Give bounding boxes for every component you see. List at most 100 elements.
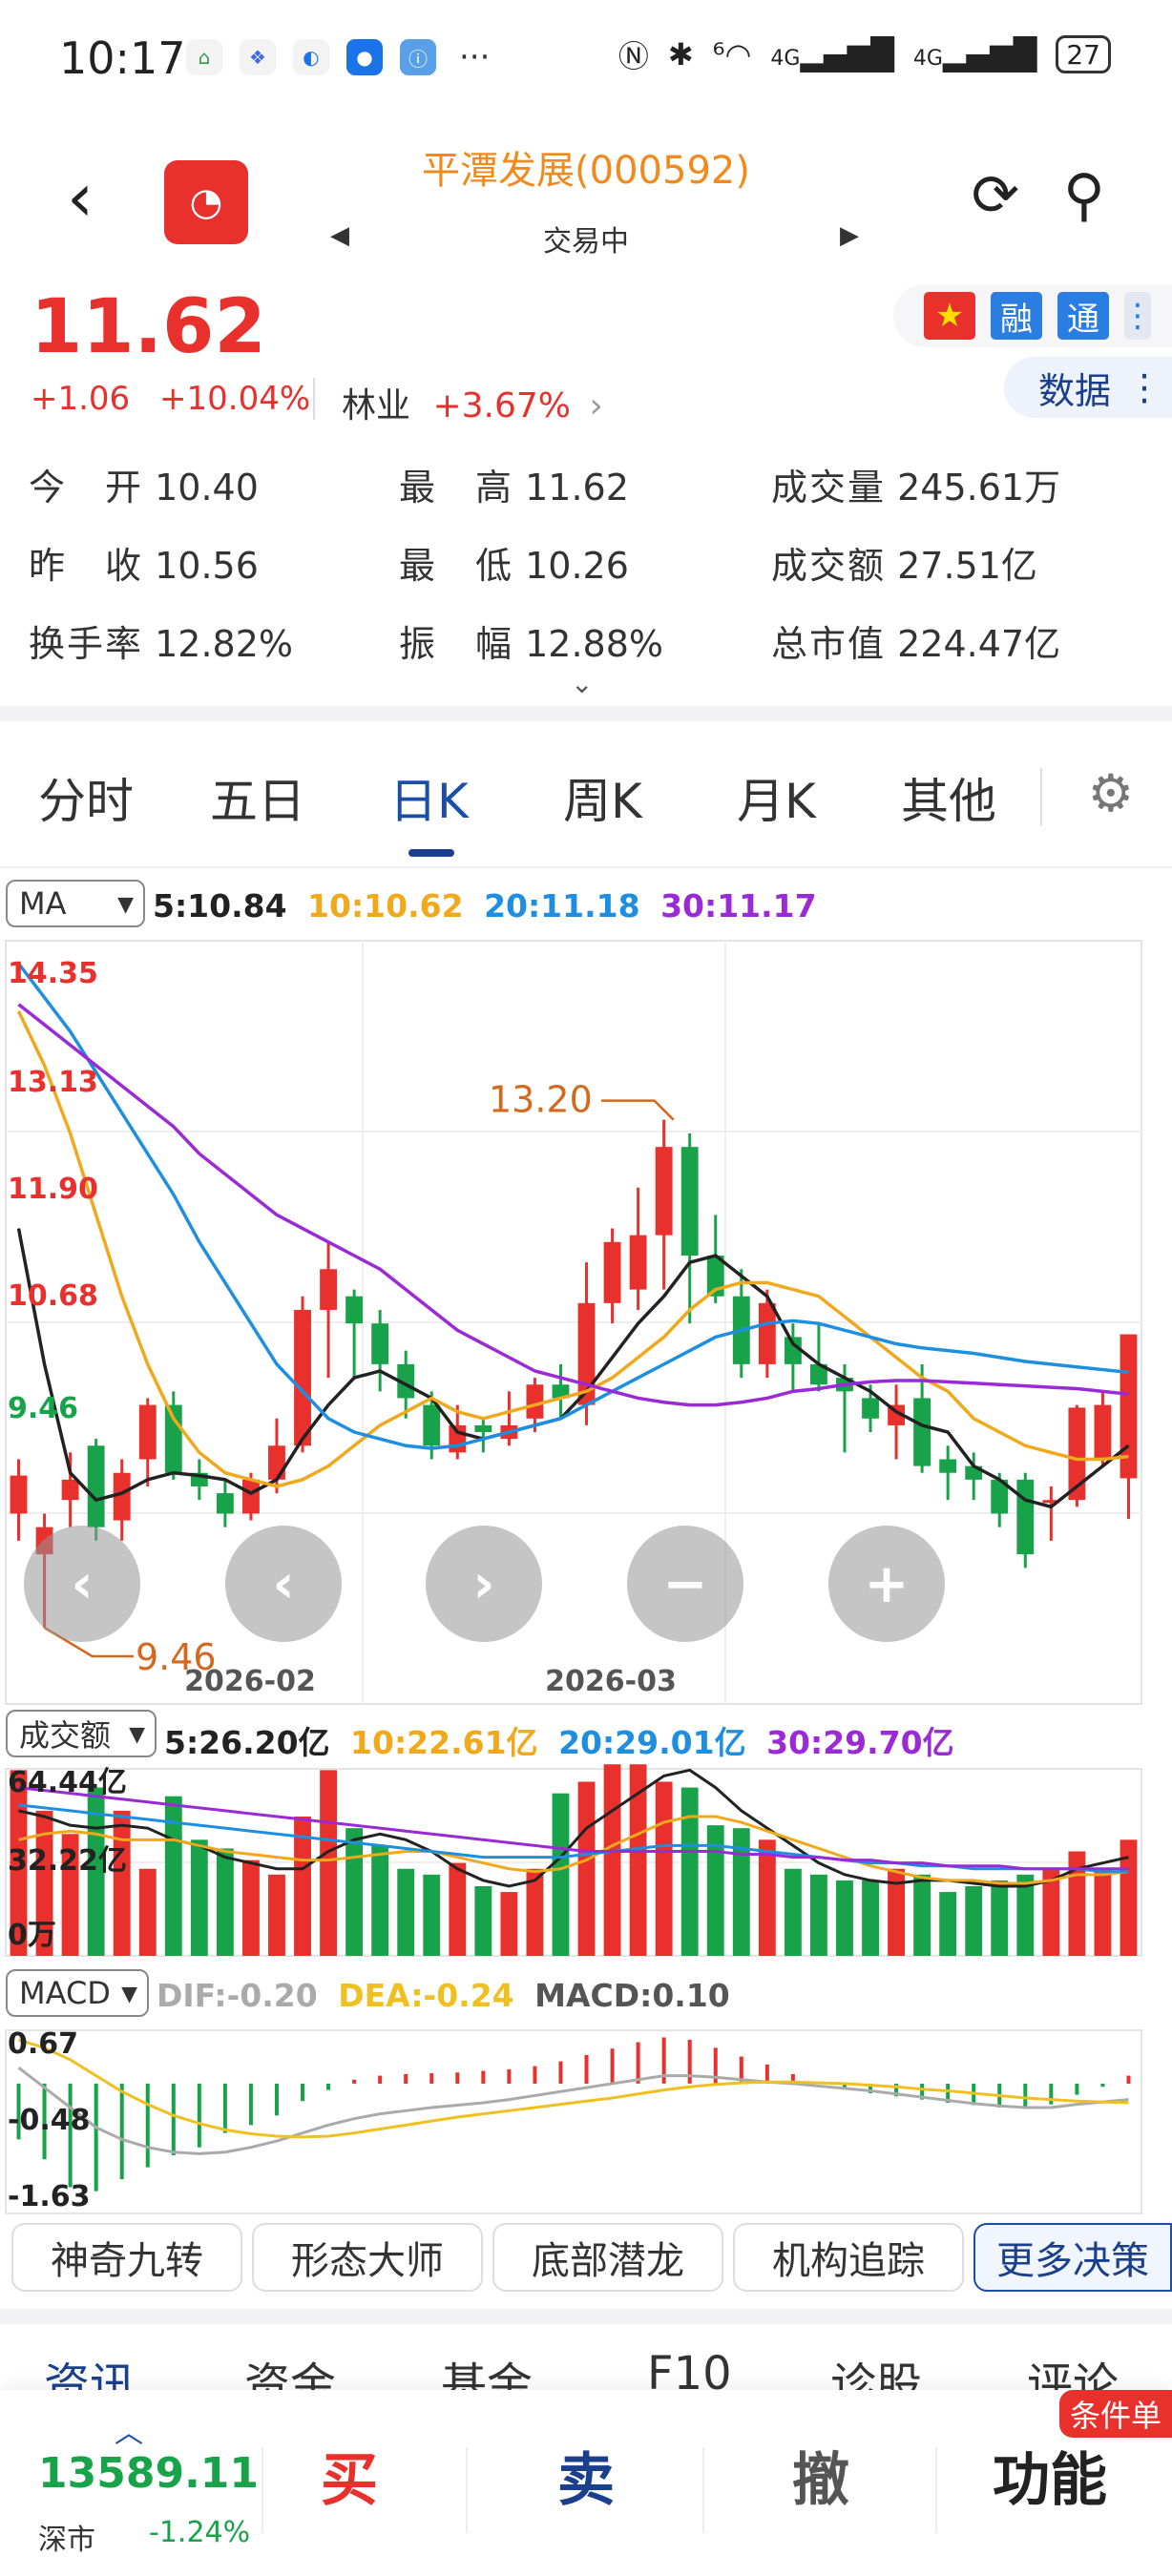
status-bar: 10:17 ⌂ ❖ ◐ ● ⓘ ··· Ⓝ ✱ ⁶◠ 4G▂▄▆█ 4G▂▄▆█… xyxy=(0,0,1172,114)
function-button[interactable]: 功能 xyxy=(993,2434,1107,2517)
cancel-order-button[interactable]: 撤 xyxy=(792,2434,849,2517)
stat-label: 昨 收 xyxy=(29,545,144,587)
volume-bar xyxy=(810,1874,827,1956)
prev-page-icon[interactable]: ‹ xyxy=(225,1526,342,1642)
tab-daily-k[interactable]: 日K xyxy=(389,763,469,832)
price-axis-label: 9.46 xyxy=(8,1392,78,1425)
candle-body xyxy=(268,1445,285,1480)
scroll-left-icon[interactable]: ‹ xyxy=(24,1526,140,1642)
tab-news[interactable]: 资讯 xyxy=(44,2347,136,2395)
stat-turnover: 成交额 27.51亿 xyxy=(771,536,1037,589)
tab-fund[interactable]: 基金 xyxy=(441,2347,533,2395)
dif-line xyxy=(17,2067,1129,2155)
next-page-icon[interactable]: › xyxy=(426,1526,542,1642)
vol-ma20-legend: 20:29.01亿 xyxy=(558,1724,746,1761)
vol-ma5-legend: 5:26.20亿 xyxy=(164,1724,330,1761)
tab-monthly-k[interactable]: 月K xyxy=(737,763,816,832)
volume-bar xyxy=(190,1839,208,1956)
net-label-1: 4G xyxy=(770,47,801,71)
change-amount: +1.06 xyxy=(31,380,131,418)
zoom-in-icon[interactable]: + xyxy=(828,1526,945,1642)
candle-body xyxy=(629,1235,647,1290)
macd-selector[interactable]: MACD ▼ xyxy=(6,1969,149,2017)
volume-bar xyxy=(138,1868,157,1956)
stat-value: 10.56 xyxy=(155,545,259,587)
period-tabs: 分时 五日 日K 周K 月K 其他 ⚙ xyxy=(0,725,1172,868)
buy-button[interactable]: 买 xyxy=(321,2434,378,2517)
expand-chevron-icon[interactable]: ⌄ xyxy=(571,668,593,699)
candle-body xyxy=(371,1323,389,1364)
stat-label: 最 高 xyxy=(399,467,514,509)
stat-label: 最 低 xyxy=(399,545,514,587)
volume-bar xyxy=(655,1781,673,1956)
tab-funds-flow[interactable]: 资金 xyxy=(244,2347,336,2395)
refresh-icon[interactable]: ⟳ xyxy=(972,162,1019,229)
tab-f10[interactable]: F10 xyxy=(647,2347,732,2395)
tool-more-decisions[interactable]: 更多决策 xyxy=(973,2223,1172,2292)
index-value[interactable]: 13589.11 xyxy=(38,2449,259,2498)
sector-link[interactable]: 林业 +3.67% › xyxy=(342,378,603,427)
tab-comments[interactable]: 评论 xyxy=(1027,2347,1119,2395)
search-icon[interactable]: ⚲ xyxy=(1063,162,1105,229)
stat-value: 10.26 xyxy=(525,545,629,587)
next-stock-arrow-icon[interactable]: ▶ xyxy=(840,221,859,250)
volume-bar xyxy=(268,1874,285,1956)
candle-body xyxy=(474,1424,492,1433)
tool-bottom-dragon[interactable]: 底部潜龙 xyxy=(492,2223,723,2292)
stat-label: 成交额 xyxy=(771,545,887,587)
index-change: -1.24% xyxy=(149,2516,251,2549)
signal-4g-icon-2: 4G▂▄▆█ xyxy=(912,36,1037,73)
stat-high: 最 高 11.62 xyxy=(399,458,629,510)
tab-intraday[interactable]: 分时 xyxy=(38,763,134,832)
volume-legend: 5:26.20亿 10:22.61亿 20:29.01亿 30:29.70亿 xyxy=(164,1717,954,1763)
data-button-label: 数据 xyxy=(1038,369,1112,412)
people-app-icon: ❖ xyxy=(240,39,276,75)
volume-bar xyxy=(603,1764,621,1956)
candle-body xyxy=(603,1241,621,1303)
section-separator xyxy=(0,706,1172,721)
price-axis-label: 13.13 xyxy=(8,1066,98,1099)
caret-down-icon: ▼ xyxy=(121,1983,137,2006)
tab-diagnosis[interactable]: 诊股 xyxy=(830,2347,922,2395)
bulb-app-icon: ● xyxy=(346,39,383,75)
chart-area[interactable]: MA ▼ 5:10.84 10:10.62 20:11.18 30:11.17 1… xyxy=(0,874,1172,2219)
candle-body xyxy=(113,1472,131,1521)
battery-icon: 27 xyxy=(1056,35,1111,73)
tabs-divider xyxy=(1040,768,1042,825)
connect-badge[interactable]: 通 xyxy=(1057,292,1109,340)
tool-institution-tracking[interactable]: 机构追踪 xyxy=(733,2223,964,2292)
data-button[interactable]: 数据 ⋮ xyxy=(1004,357,1172,418)
candle-body xyxy=(242,1479,260,1514)
stat-label: 振 幅 xyxy=(399,623,514,665)
sector-percent: +3.67% xyxy=(432,386,571,426)
notification-icons: ⌂ ❖ ◐ ● ⓘ ··· xyxy=(186,38,490,76)
more-dots-vertical-icon[interactable]: ⋮ xyxy=(1121,292,1154,340)
margin-badge[interactable]: 融 xyxy=(991,292,1042,340)
zoom-out-icon[interactable]: − xyxy=(627,1526,743,1642)
signal-4g-icon: 4G▂▄▆█ xyxy=(770,36,894,73)
date-axis-label: 2026-02 xyxy=(184,1665,316,1698)
stat-value: 12.82% xyxy=(155,623,294,665)
decision-tools: 神奇九转 形态大师 底部潜龙 机构追踪 更多决策 xyxy=(0,2223,1172,2307)
stat-value: 224.47亿 xyxy=(897,623,1061,665)
volume-selector[interactable]: 成交额 ▼ xyxy=(6,1710,157,1757)
sell-button[interactable]: 卖 xyxy=(557,2434,615,2517)
tab-five-day[interactable]: 五日 xyxy=(210,763,305,832)
stat-amplitude: 振 幅 12.88% xyxy=(399,614,663,667)
bar-divider xyxy=(702,2447,704,2533)
condition-order-badge[interactable]: 条件单 xyxy=(1059,2390,1172,2438)
tool-pattern-master[interactable]: 形态大师 xyxy=(252,2223,483,2292)
tab-weekly-k[interactable]: 周K xyxy=(563,763,642,832)
settings-gear-icon[interactable]: ⚙ xyxy=(1088,763,1134,823)
index-expand-icon[interactable]: ︿ xyxy=(115,2409,143,2451)
price-axis-label: 11.90 xyxy=(8,1173,98,1206)
header-actions: ⟳ ⚲ xyxy=(972,162,1105,229)
kebab-icon: ⋮ xyxy=(1126,366,1163,408)
volume-axis-label: 0万 xyxy=(8,1919,56,1952)
home-app-icon: ⌂ xyxy=(186,39,222,75)
stat-prev-close: 昨 收 10.56 xyxy=(29,536,259,589)
volume-bar xyxy=(164,1796,182,1956)
net-label-2: 4G xyxy=(912,47,943,71)
tab-other[interactable]: 其他 xyxy=(901,763,996,832)
tool-magic-nine[interactable]: 神奇九转 xyxy=(11,2223,242,2292)
